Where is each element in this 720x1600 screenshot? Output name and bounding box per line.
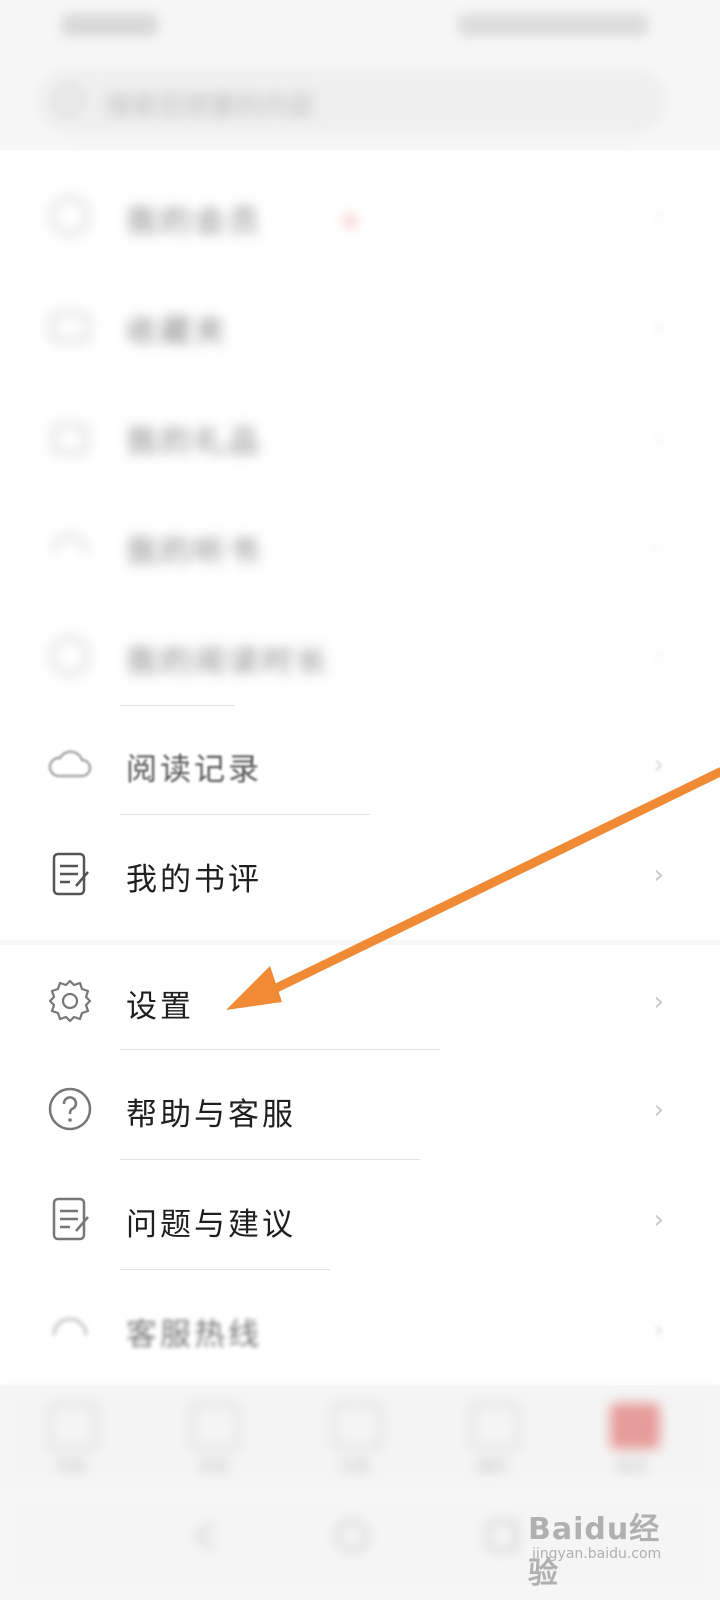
chevron-right-icon: › [653,202,664,232]
menu-item-reading-time[interactable]: 我的阅读时长 › [0,600,720,710]
menu-item-help[interactable]: 帮助与客服 › [0,1053,720,1163]
menu-item-label: 我的礼品 [126,424,262,460]
menu-item-gifts[interactable]: 我的礼品 › [0,380,720,490]
tab-mine[interactable]: 我的 [592,1397,672,1477]
menu-item-my-review[interactable]: 我的书评 › [0,818,720,928]
bookstore-icon [190,1403,240,1449]
question-circle-icon [48,1087,92,1131]
signal-indicator [62,14,158,36]
menu-item-label: 阅读记录 [126,752,262,788]
menu-item-reading-record[interactable]: 阅读记录 › [0,708,720,818]
category-icon [332,1403,382,1449]
note-edit-icon [52,1197,89,1241]
welfare-icon [470,1403,520,1449]
menu-item-favorites[interactable]: 收藏夹 › [0,270,720,380]
menu-item-label: 我的书评 [126,862,262,898]
gift-icon [52,424,88,454]
chevron-right-icon: › [653,860,664,890]
divider [120,1159,420,1160]
menu-item-audiobooks[interactable]: 我的听书 › [0,490,720,600]
divider [120,1049,440,1050]
battery-time-indicator [458,14,648,36]
menu-item-label: 帮助与客服 [126,1097,296,1133]
clock-icon [50,636,90,676]
chevron-right-icon: › [653,1205,664,1235]
back-icon[interactable] [186,1516,226,1556]
tab-label: 书架 [53,1457,86,1476]
chevron-right-icon: › [653,987,664,1017]
tab-label: 我的 [615,1457,648,1476]
tab-label: 福利 [475,1457,508,1476]
menu-item-label: 我的会员 [126,204,262,240]
chevron-right-icon: › [653,1095,664,1125]
menu-item-label: 我的听书 [126,534,262,570]
divider [120,705,235,706]
home-icon[interactable] [332,1516,372,1556]
menu-item-member[interactable]: 我的会员 › [0,160,720,270]
bookshelf-icon [48,1403,98,1449]
menu-item-label: 设置 [126,989,194,1025]
notification-badge [345,216,355,226]
crown-icon [50,196,90,236]
chevron-right-icon: › [653,1315,664,1345]
menu-item-label: 收藏夹 [126,314,228,350]
chevron-right-icon: › [653,750,664,780]
baidu-jingyan-watermark: Baidu经验 jingyan.baidu.com [528,1496,668,1591]
chevron-right-icon: › [653,642,664,672]
note-icon [52,852,89,896]
search-bar[interactable]: 搜索您想要的内容 [36,68,668,134]
menu-section-top: 我的会员 › 收藏夹 › 我的礼品 › 我的听书 › 我的阅读时长 › 阅读记录… [0,150,720,940]
menu-item-label: 客服热线 [126,1317,262,1353]
status-bar [0,0,720,48]
search-icon [54,86,82,114]
headset-icon [52,1317,88,1336]
tab-label: 分类 [337,1457,370,1476]
chevron-right-icon: › [653,422,664,452]
menu-item-feedback[interactable]: 问题与建议 › [0,1163,720,1273]
tab-bookstore[interactable]: 书城 [172,1397,252,1477]
tab-category[interactable]: 分类 [314,1397,394,1477]
menu-item-settings[interactable]: 设置 › [0,945,720,1055]
divider [120,814,370,815]
headphones-icon [52,534,88,553]
gear-icon [48,979,92,1023]
cloud-icon [48,750,92,778]
chevron-right-icon: › [653,532,664,562]
menu-item-label: 我的阅读时长 [126,644,330,680]
folder-icon [50,312,90,342]
divider [120,1269,330,1270]
menu-item-label: 问题与建议 [126,1207,296,1243]
tab-label: 书城 [195,1457,228,1476]
search-placeholder: 搜索您想要的内容 [106,92,315,122]
menu-section-bottom: 设置 › 帮助与客服 › 问题与建议 › 客服热线 › [0,945,720,1385]
menu-item-hotline[interactable]: 客服热线 › [0,1273,720,1383]
tab-welfare[interactable]: 福利 [452,1397,532,1477]
watermark-url-text: jingyan.baidu.com [532,1546,662,1562]
tab-bookshelf[interactable]: 书架 [30,1397,110,1477]
recents-icon[interactable] [482,1516,522,1556]
chevron-right-icon: › [653,312,664,342]
bottom-tab-bar: 书架 书城 分类 福利 我的 [0,1385,720,1490]
profile-icon [610,1403,660,1449]
